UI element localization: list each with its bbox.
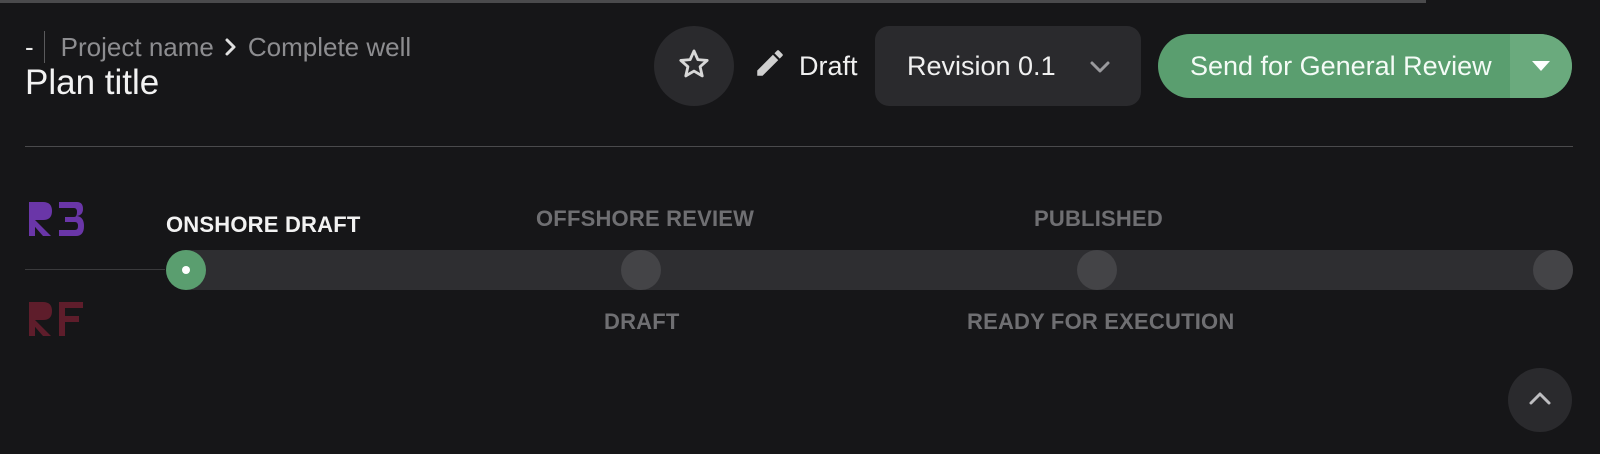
stepper-track <box>166 250 1573 290</box>
breadcrumb-current-item[interactable]: Complete well <box>248 32 411 63</box>
draft-status[interactable]: Draft <box>753 46 858 86</box>
stage-label-published: PUBLISHED <box>1034 206 1163 231</box>
breadcrumb-divider <box>43 31 45 63</box>
caret-down-icon[interactable] <box>1510 34 1572 98</box>
stage-label-draft: DRAFT <box>604 309 680 334</box>
scroll-to-top-button[interactable] <box>1508 368 1572 432</box>
stage-label-offshore-review: OFFSHORE REVIEW <box>536 206 755 231</box>
stage-label-onshore-draft: ONSHORE DRAFT <box>166 212 361 237</box>
favorite-button[interactable] <box>654 26 734 106</box>
chevron-right-icon <box>224 37 238 57</box>
chevron-up-icon <box>1528 390 1552 411</box>
stage-label-ready-for-execution: READY FOR EXECUTION <box>967 309 1235 334</box>
chevron-down-icon <box>1089 54 1111 85</box>
stepper-node-onshore-draft[interactable] <box>166 250 206 290</box>
pencil-icon <box>753 46 787 87</box>
send-for-review-label: Send for General Review <box>1190 51 1492 81</box>
stepper-node-end[interactable] <box>1533 250 1573 290</box>
stepper-node-published[interactable] <box>1077 250 1117 290</box>
draft-status-label: Draft <box>799 50 858 81</box>
send-for-review-button[interactable]: Send for General Review <box>1158 34 1572 98</box>
breadcrumb-dash: - <box>25 31 34 62</box>
header-divider <box>25 146 1573 147</box>
revision-select[interactable]: Revision 0.1 <box>875 26 1141 106</box>
star-icon <box>677 47 711 86</box>
breadcrumb: - Project name Complete well <box>25 31 411 63</box>
revision-select-value: Revision 0.1 <box>907 50 1056 81</box>
breadcrumb-project-link[interactable]: Project name <box>61 32 214 63</box>
rf-logo <box>25 296 87 345</box>
plan-page: - Project name Complete well Plan title … <box>0 0 1600 454</box>
stepper-node-offshore-review[interactable] <box>621 250 661 290</box>
page-title: Plan title <box>25 63 160 102</box>
logo-divider <box>25 269 165 270</box>
top-border <box>0 0 1426 3</box>
r3-logo <box>25 196 87 245</box>
